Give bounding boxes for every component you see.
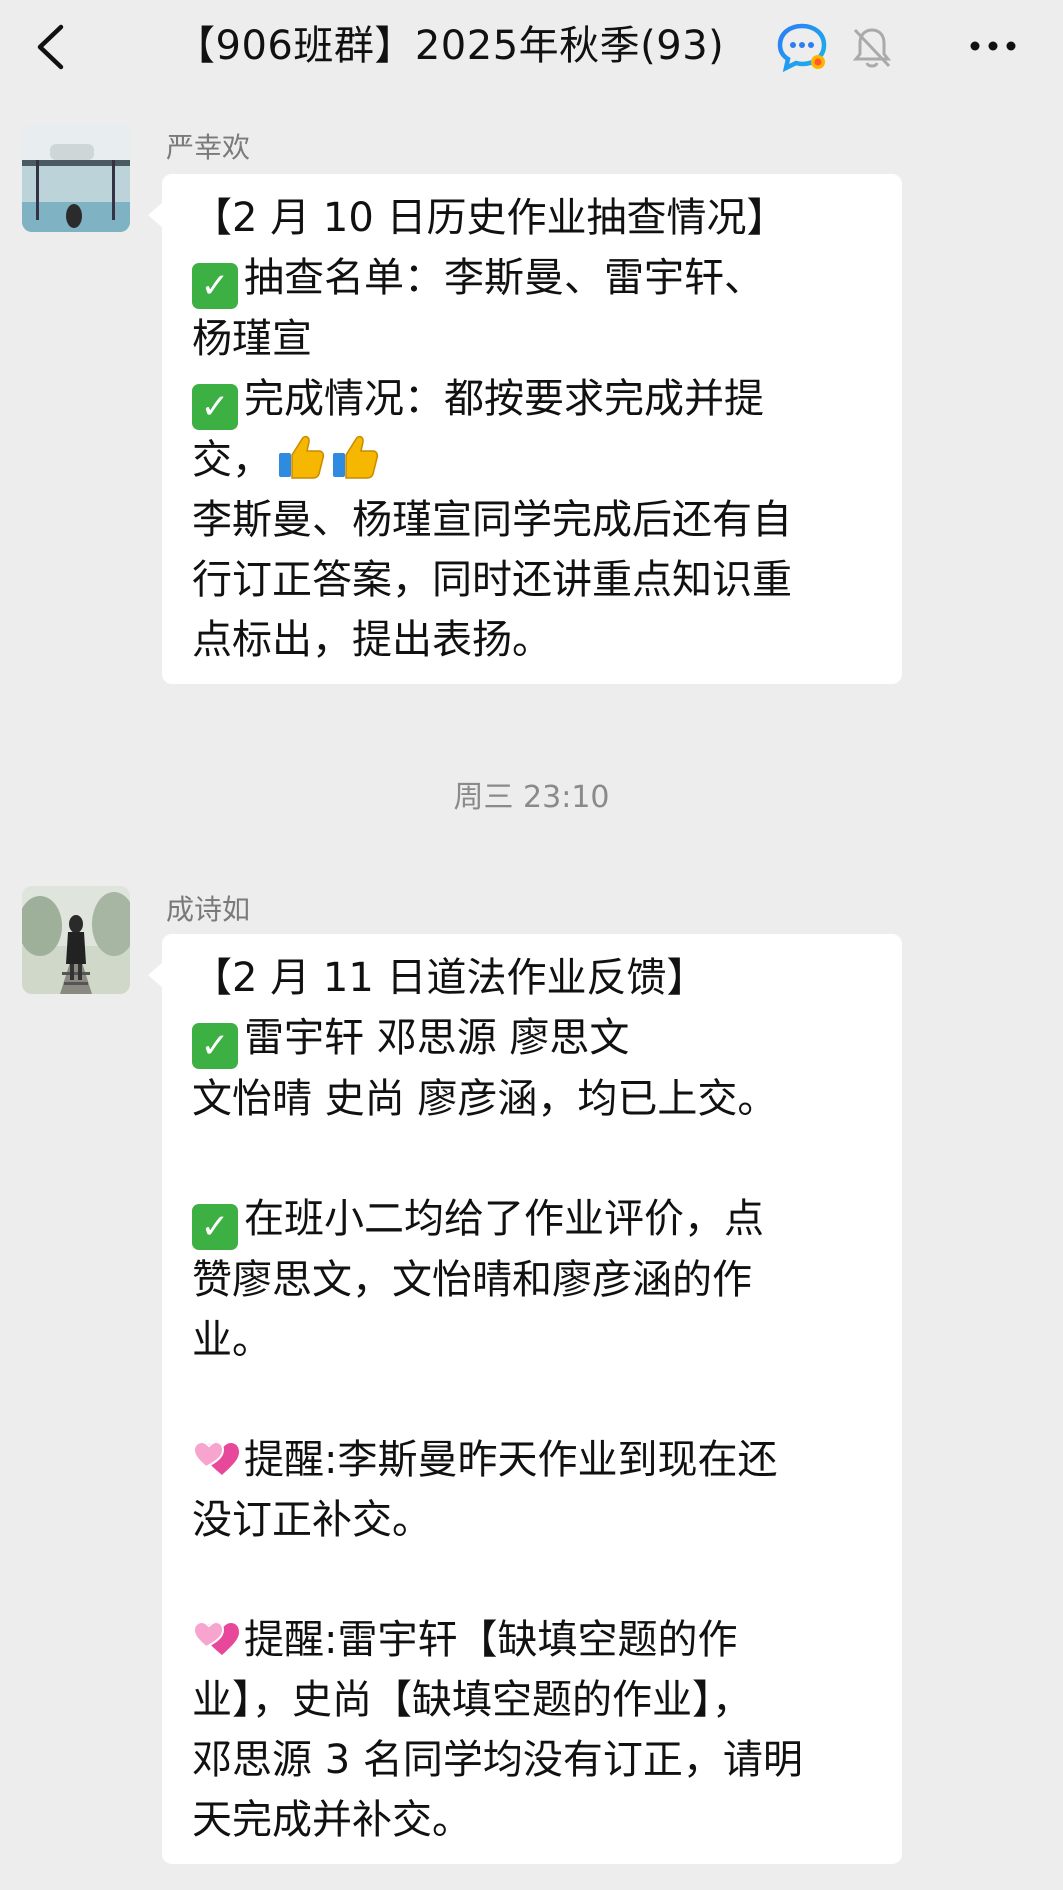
- heart-icon: [192, 1620, 239, 1655]
- message-line: 邓思源 3 名同学均没有订正，请明: [192, 1730, 876, 1790]
- timestamp: 周三 23:10: [453, 780, 610, 815]
- avatar[interactable]: [22, 124, 130, 232]
- message-line: 业。: [192, 1310, 876, 1370]
- message-text: 【2 月 10 日历史作业抽查情况】: [192, 195, 787, 241]
- message-text: 业】，史尚【缺填空题的作业】，: [192, 1677, 752, 1723]
- message-text: 完成情况：都按要求完成并提: [244, 376, 764, 422]
- message-text: 在班小二均给了作业评价，点: [244, 1196, 764, 1242]
- message-line: 业】，史尚【缺填空题的作业】，: [192, 1670, 876, 1730]
- message-line: ✓ 雷宇轩 邓思源 廖思文: [192, 1008, 876, 1069]
- message-text: 【2 月 11 日道法作业反馈】: [192, 955, 707, 1001]
- top-bar: 【906班群】2025年秋季(93): [0, 0, 1063, 96]
- check-mark-icon: ✓: [192, 1204, 238, 1250]
- check-mark-icon: ✓: [192, 1023, 238, 1069]
- message-line: ✓ 在班小二均给了作业评价，点: [192, 1189, 876, 1250]
- more-icon[interactable]: [963, 26, 1023, 66]
- message-text: 业。: [192, 1317, 272, 1363]
- sender-name: 成诗如: [166, 893, 251, 926]
- message-line: 杨瑾宣: [192, 309, 876, 369]
- message-text: 点标出，提出表扬。: [192, 617, 552, 663]
- message-line: 【2 月 11 日道法作业反馈】: [192, 948, 876, 1008]
- message-line: [192, 1129, 876, 1189]
- message-text: 没订正补交。: [192, 1497, 432, 1543]
- message-text: 杨瑾宣: [192, 316, 312, 362]
- message-text: 行订正答案，同时还讲重点知识重: [192, 557, 792, 603]
- message-line: 交，: [192, 430, 876, 490]
- message-bubble[interactable]: 【2 月 10 日历史作业抽查情况】 ✓ 抽查名单：李斯曼、雷宇轩、 杨瑾宣 ✓ 完成情况…: [148, 174, 902, 684]
- message-text: 雷宇轩 邓思源 廖思文: [244, 1015, 630, 1061]
- message-line: 提醒:雷宇轩【缺填空题的作: [192, 1610, 876, 1670]
- chat-title: 【906班群】2025年秋季(93): [175, 23, 725, 69]
- chevron-left-icon[interactable]: [30, 22, 70, 72]
- message-text: 邓思源 3 名同学均没有订正，请明: [192, 1737, 803, 1783]
- sender-name: 严幸欢: [166, 131, 251, 164]
- message-text: 李斯曼、杨瑾宣同学完成后还有自: [192, 497, 792, 543]
- message-text: 赞廖思文，文怡晴和廖彦涵的作: [192, 1257, 752, 1303]
- message-text: 提醒:李斯曼昨天作业到现在还: [244, 1437, 778, 1483]
- avatar[interactable]: [22, 886, 130, 994]
- message-line: ✓ 抽查名单：李斯曼、雷宇轩、: [192, 248, 876, 309]
- message-text: 文怡晴 史尚 廖彦涵，均已上交。: [192, 1076, 778, 1122]
- message-line: [192, 1550, 876, 1610]
- message-text: 天完成并补交。: [192, 1797, 472, 1843]
- thumbs-up-icon: [333, 435, 379, 479]
- message-line: [192, 1370, 876, 1430]
- message-text: 交，: [192, 437, 272, 483]
- message-line: 赞廖思文，文怡晴和廖彦涵的作: [192, 1250, 876, 1310]
- message-line: ✓ 完成情况：都按要求完成并提: [192, 369, 876, 430]
- message-line: 【2 月 10 日历史作业抽查情况】: [192, 188, 876, 248]
- message-line: 点标出，提出表扬。: [192, 610, 876, 670]
- message-line: 行订正答案，同时还讲重点知识重: [192, 550, 876, 610]
- message-line: 天完成并补交。: [192, 1790, 876, 1850]
- message-text: 抽查名单：李斯曼、雷宇轩、: [244, 255, 764, 301]
- bell-off-icon: [850, 24, 894, 72]
- message-text: 提醒:雷宇轩【缺填空题的作: [244, 1617, 738, 1663]
- thumbs-up-icon: [279, 435, 325, 479]
- check-mark-icon: ✓: [192, 384, 238, 430]
- chat-assistant-icon[interactable]: [775, 20, 829, 74]
- check-mark-icon: ✓: [192, 263, 238, 309]
- message-line: 李斯曼、杨瑾宣同学完成后还有自: [192, 490, 876, 550]
- message-line: 提醒:李斯曼昨天作业到现在还: [192, 1430, 876, 1490]
- message-line: 没订正补交。: [192, 1490, 876, 1550]
- heart-icon: [192, 1440, 239, 1475]
- message-bubble[interactable]: 【2 月 11 日道法作业反馈】 ✓ 雷宇轩 邓思源 廖思文 文怡晴 史尚 廖彦涵，均…: [148, 934, 902, 1864]
- message-line: 文怡晴 史尚 廖彦涵，均已上交。: [192, 1069, 876, 1129]
